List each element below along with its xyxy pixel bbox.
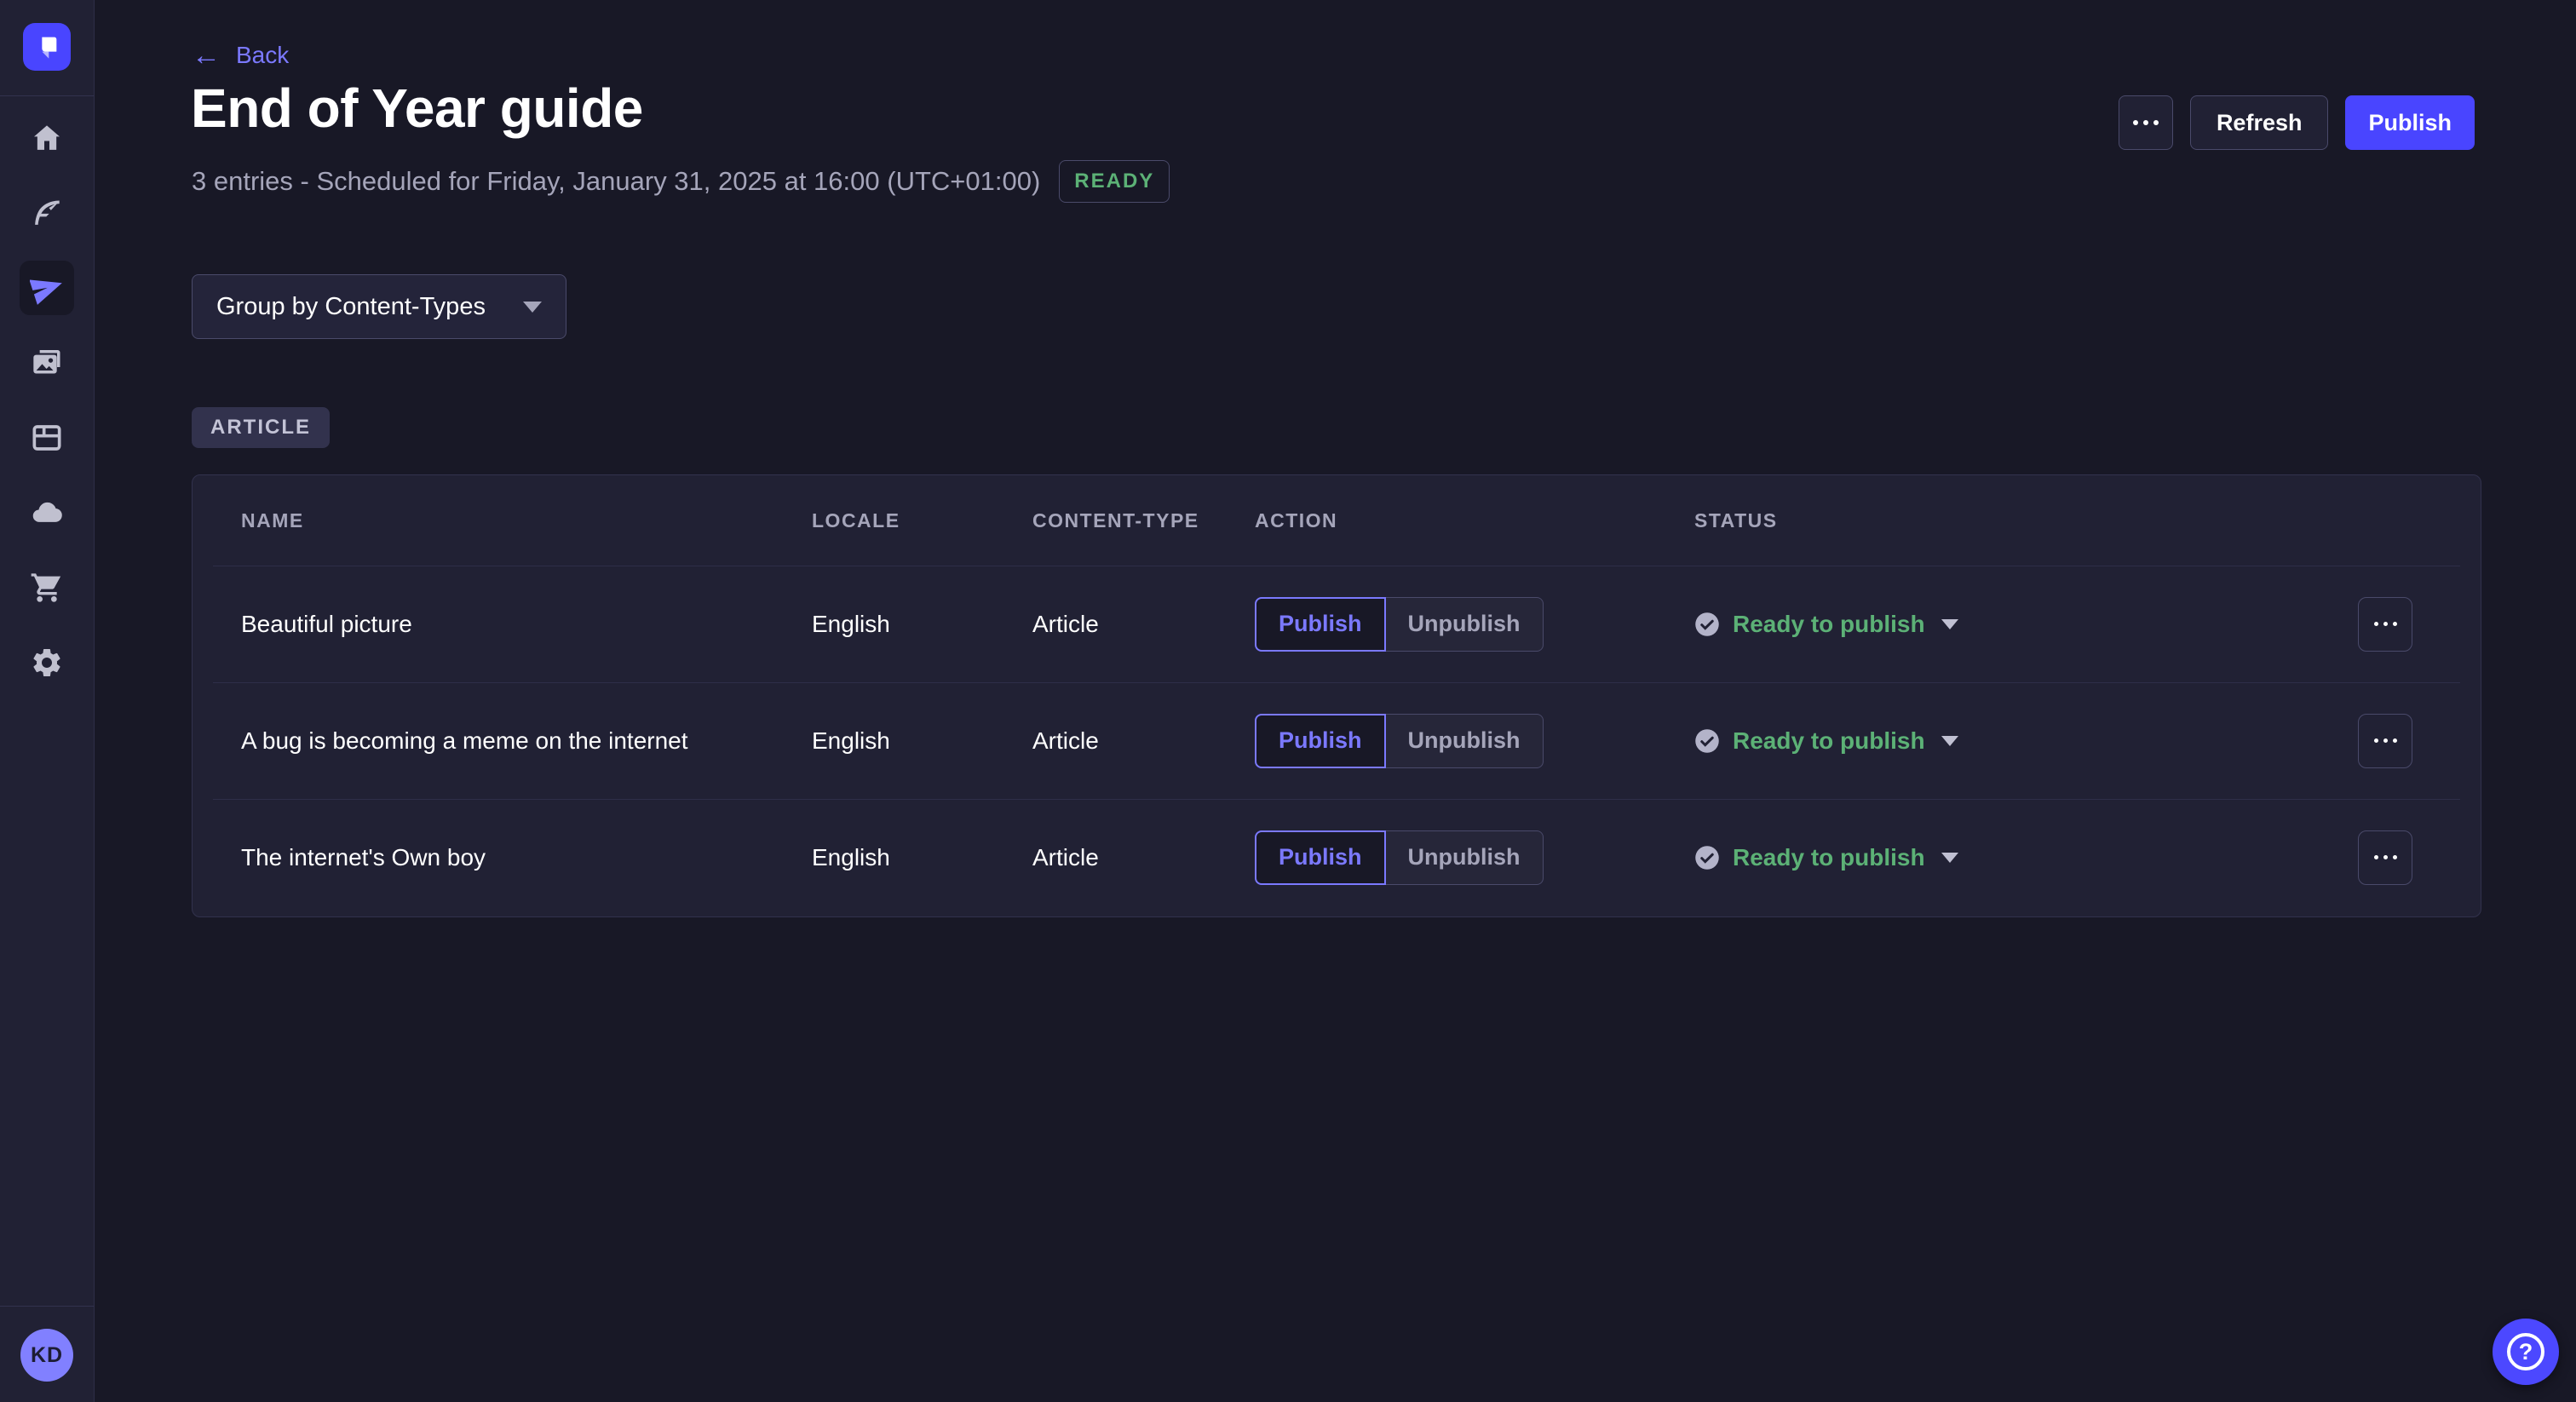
chevron-down-icon xyxy=(1941,853,1958,863)
pictures-icon xyxy=(30,346,64,380)
entry-name: A bug is becoming a meme on the internet xyxy=(241,727,812,755)
table-header-row: NAME LOCALE CONTENT-TYPE ACTION STATUS xyxy=(193,475,2481,566)
entries-table: NAME LOCALE CONTENT-TYPE ACTION STATUS B… xyxy=(192,474,2481,917)
entry-status-dropdown[interactable]: Ready to publish xyxy=(1694,844,2358,871)
column-header-content-type: CONTENT-TYPE xyxy=(1032,509,1255,532)
entry-content-type: Article xyxy=(1032,727,1255,755)
main-content: ← Back End of Year guide 3 entries - Sch… xyxy=(95,0,2576,1402)
entry-content-type: Article xyxy=(1032,844,1255,871)
sidebar-nav xyxy=(0,101,94,700)
action-toggle: Publish Unpublish xyxy=(1255,714,1544,768)
unpublish-toggle-button[interactable]: Unpublish xyxy=(1386,597,1544,652)
sidebar-item-content-type-builder[interactable] xyxy=(0,400,94,475)
sidebar-divider xyxy=(0,1306,94,1307)
entry-name: Beautiful picture xyxy=(241,611,812,638)
sidebar-divider xyxy=(0,95,94,96)
strapi-logo[interactable] xyxy=(23,23,71,71)
app-window: KD ← Back End of Year guide 3 entries - … xyxy=(0,0,2576,1402)
status-label: Ready to publish xyxy=(1733,844,1925,871)
ellipsis-icon xyxy=(2374,855,2378,859)
entry-status-dropdown[interactable]: Ready to publish xyxy=(1694,611,2358,638)
table-row: Beautiful picture English Article Publis… xyxy=(193,566,2481,682)
action-toggle: Publish Unpublish xyxy=(1255,597,1544,652)
publish-button[interactable]: Publish xyxy=(2345,95,2475,150)
column-header-status: STATUS xyxy=(1694,509,2358,532)
home-icon xyxy=(30,121,64,155)
entry-content-type: Article xyxy=(1032,611,1255,638)
column-header-locale: LOCALE xyxy=(812,509,1032,532)
cloud-icon xyxy=(30,496,64,530)
publish-toggle-button[interactable]: Publish xyxy=(1255,597,1386,652)
chevron-down-icon xyxy=(523,302,542,313)
avatar[interactable]: KD xyxy=(20,1329,73,1382)
page-title: End of Year guide xyxy=(191,77,643,140)
more-options-button[interactable] xyxy=(2119,95,2173,150)
group-by-value: Group by Content-Types xyxy=(216,293,486,321)
subtitle-row: 3 entries - Scheduled for Friday, Januar… xyxy=(192,160,1170,203)
sidebar: KD xyxy=(0,0,95,1402)
ellipsis-icon xyxy=(2374,622,2378,626)
check-circle-icon xyxy=(1694,612,1720,637)
entry-locale: English xyxy=(812,844,1032,871)
back-link[interactable]: ← Back xyxy=(192,41,289,70)
sidebar-active-indicator xyxy=(20,261,74,315)
cart-icon xyxy=(30,571,64,605)
ellipsis-icon xyxy=(2133,120,2138,125)
chevron-down-icon xyxy=(1941,736,1958,746)
entry-locale: English xyxy=(812,611,1032,638)
back-label: Back xyxy=(236,42,289,69)
gear-icon xyxy=(30,646,64,680)
strapi-logo-icon xyxy=(32,32,61,61)
entry-locale: English xyxy=(812,727,1032,755)
arrow-left-icon: ← xyxy=(192,41,221,70)
layout-icon xyxy=(30,421,64,455)
status-label: Ready to publish xyxy=(1733,727,1925,755)
sidebar-item-settings[interactable] xyxy=(0,625,94,700)
publish-toggle-button[interactable]: Publish xyxy=(1255,830,1386,885)
check-circle-icon xyxy=(1694,845,1720,871)
chevron-down-icon xyxy=(1941,619,1958,629)
table-row: The internet's Own boy English Article P… xyxy=(193,799,2481,916)
row-more-button[interactable] xyxy=(2358,597,2412,652)
sidebar-item-content-manager[interactable] xyxy=(0,175,94,250)
sidebar-item-media-library[interactable] xyxy=(0,325,94,400)
help-button[interactable]: ? xyxy=(2493,1319,2559,1385)
row-more-button[interactable] xyxy=(2358,830,2412,885)
action-toggle: Publish Unpublish xyxy=(1255,830,1544,885)
sidebar-item-marketplace[interactable] xyxy=(0,550,94,625)
unpublish-toggle-button[interactable]: Unpublish xyxy=(1386,830,1544,885)
ellipsis-icon xyxy=(2374,738,2378,743)
sidebar-item-home[interactable] xyxy=(0,101,94,175)
header-actions: Refresh Publish xyxy=(2119,95,2475,150)
column-header-name: NAME xyxy=(241,509,812,532)
release-subtitle: 3 entries - Scheduled for Friday, Januar… xyxy=(192,166,1040,197)
paper-plane-icon xyxy=(30,271,64,305)
column-header-action: ACTION xyxy=(1255,509,1694,532)
question-mark-icon: ? xyxy=(2507,1333,2544,1370)
sidebar-item-cloud[interactable] xyxy=(0,475,94,550)
check-circle-icon xyxy=(1694,728,1720,754)
entry-name: The internet's Own boy xyxy=(241,844,812,871)
sidebar-item-releases[interactable] xyxy=(0,250,94,325)
group-by-select[interactable]: Group by Content-Types xyxy=(192,274,566,339)
content-type-group-badge: ARTICLE xyxy=(192,407,330,448)
status-label: Ready to publish xyxy=(1733,611,1925,638)
row-more-button[interactable] xyxy=(2358,714,2412,768)
publish-toggle-button[interactable]: Publish xyxy=(1255,714,1386,768)
feather-icon xyxy=(30,196,64,230)
refresh-button[interactable]: Refresh xyxy=(2190,95,2329,150)
table-row: A bug is becoming a meme on the internet… xyxy=(193,682,2481,799)
entry-status-dropdown[interactable]: Ready to publish xyxy=(1694,727,2358,755)
status-badge: READY xyxy=(1059,160,1170,203)
unpublish-toggle-button[interactable]: Unpublish xyxy=(1386,714,1544,768)
